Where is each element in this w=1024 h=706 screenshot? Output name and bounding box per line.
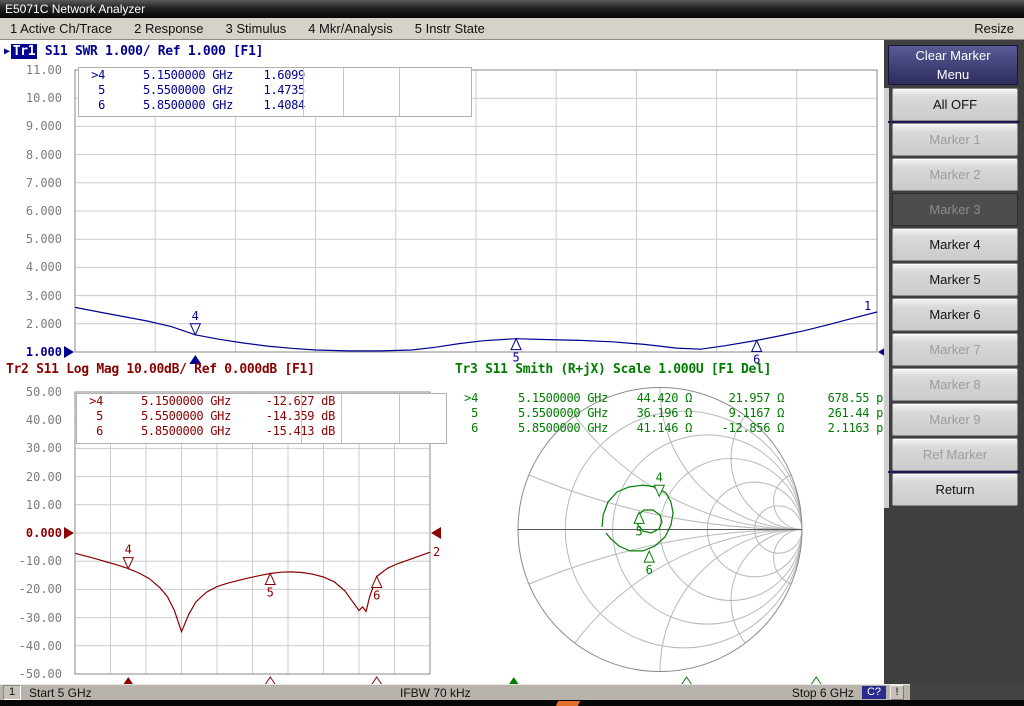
status-bar: 1 Start 5 GHz IFBW 70 kHz Stop 6 GHz C? … (0, 684, 910, 700)
taskbar-peek-accent (556, 701, 580, 706)
softkey-marker-9: Marker 9 (892, 403, 1018, 436)
softkey-marker-6[interactable]: Marker 6 (892, 298, 1018, 331)
menu-bar: 1 Active Ch/Trace 2 Response 3 Stimulus 4 M… (0, 18, 1024, 40)
softkey-all-off[interactable]: All OFF (892, 88, 1018, 121)
stop-frequency-label: Stop 6 GHz (792, 686, 854, 700)
softkey-scroll-strip[interactable] (884, 88, 889, 508)
menu-items: 1 Active Ch/Trace 2 Response 3 Stimulus 4 M… (10, 21, 485, 36)
softkey-marker-5[interactable]: Marker 5 (892, 263, 1018, 296)
window-bottom-edge (0, 700, 1024, 706)
window-title: E5071C Network Analyzer (5, 2, 145, 16)
softkey-marker-3[interactable]: Marker 3 (892, 193, 1018, 226)
menu-resize[interactable]: Resize (974, 21, 1014, 36)
menu-item-4[interactable]: 4 Mkr/Analysis (308, 21, 393, 36)
channel-number-box: 1 (3, 685, 21, 700)
softkey-menu-header: Clear Marker Menu (888, 45, 1018, 85)
correction-badge: C? (862, 686, 886, 699)
softkey-marker-4[interactable]: Marker 4 (892, 228, 1018, 261)
ifbw-label: IFBW 70 kHz (400, 686, 471, 700)
softkey-return[interactable]: Return (892, 473, 1018, 506)
title-bar[interactable]: E5071C Network Analyzer (0, 0, 1024, 18)
menu-item-5[interactable]: 5 Instr State (415, 21, 485, 36)
menu-item-2[interactable]: 2 Response (134, 21, 203, 36)
alert-indicator: ! (890, 685, 904, 700)
softkey-ref-marker: Ref Marker (892, 438, 1018, 471)
app-window: E5071C Network Analyzer 1 Active Ch/Trac… (0, 0, 1024, 706)
softkey-header-line1: Clear Marker (889, 46, 1017, 65)
softkey-panel: Clear Marker Menu All OFFMarker 1Marker … (884, 40, 1024, 700)
softkey-marker-8: Marker 8 (892, 368, 1018, 401)
statusbar-filler (910, 684, 1024, 700)
softkey-marker-7: Marker 7 (892, 333, 1018, 366)
lcd-display (0, 40, 884, 684)
menu-item-3[interactable]: 3 Stimulus (226, 21, 287, 36)
softkey-marker-1: Marker 1 (892, 123, 1018, 156)
start-frequency-label: Start 5 GHz (29, 686, 92, 700)
menu-item-1[interactable]: 1 Active Ch/Trace (10, 21, 112, 36)
softkey-header-line2: Menu (889, 65, 1017, 84)
softkey-marker-2: Marker 2 (892, 158, 1018, 191)
